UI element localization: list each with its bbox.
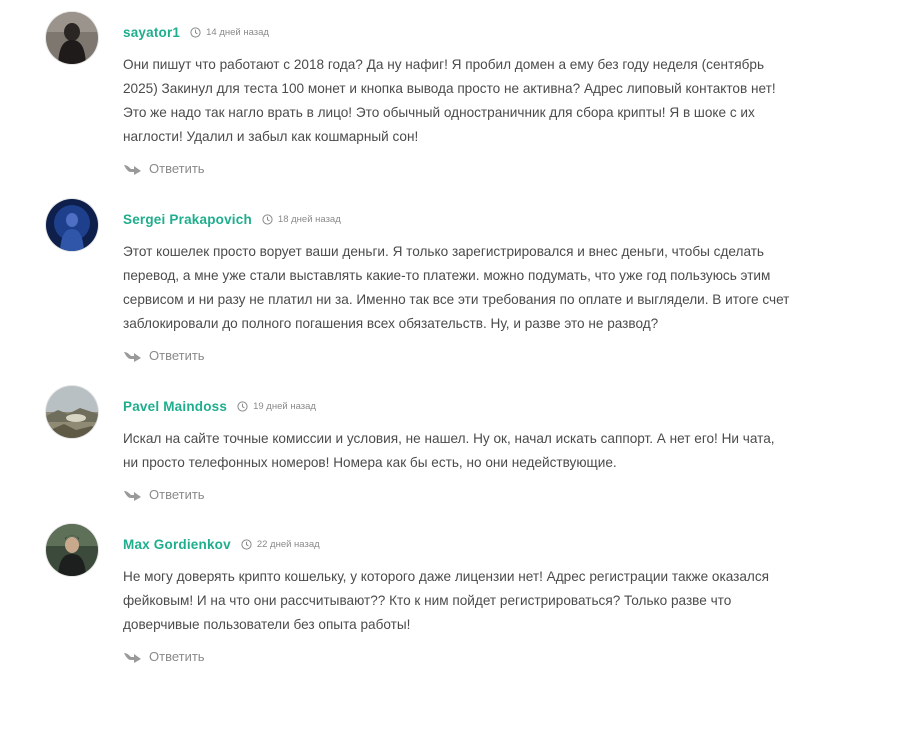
comment-text: Не могу доверять крипто кошельку, у кото… xyxy=(123,569,770,632)
comment-text: Искал на сайте точные комиссии и условия… xyxy=(123,431,775,470)
comment-date-label: 14 дней назад xyxy=(206,26,269,38)
reply-button[interactable]: Ответить xyxy=(123,649,205,664)
reply-arrow-icon xyxy=(123,349,142,363)
clock-icon xyxy=(262,213,273,225)
comment-author[interactable]: Sergei Prakapovich xyxy=(123,212,252,227)
comment-date[interactable]: 14 дней назад xyxy=(190,27,269,38)
avatar[interactable] xyxy=(46,386,98,438)
comment-date-label: 22 дней назад xyxy=(256,538,320,550)
comment-author[interactable]: Pavel Maindoss xyxy=(123,399,227,414)
reply-label: Ответить xyxy=(149,487,205,502)
clock-icon xyxy=(190,26,201,38)
comment-date[interactable]: 22 дней назад xyxy=(241,539,320,550)
comment-author[interactable]: sayator1 xyxy=(123,25,180,40)
reply-arrow-icon xyxy=(123,488,142,502)
clock-icon xyxy=(237,400,248,412)
reply-label: Ответить xyxy=(149,348,205,363)
clock-icon xyxy=(241,538,252,550)
comment-header: sayator1 14 дней назад xyxy=(123,12,793,52)
avatar[interactable] xyxy=(46,524,98,576)
avatar[interactable] xyxy=(46,199,98,251)
comment-author[interactable]: Max Gordienkov xyxy=(123,537,231,552)
comment-date[interactable]: 18 дней назад xyxy=(262,214,341,225)
reply-button[interactable]: Ответить xyxy=(123,161,205,176)
reply-button[interactable]: Ответить xyxy=(123,348,205,363)
comment-date-label: 18 дней назад xyxy=(277,213,341,225)
reply-arrow-icon xyxy=(123,650,142,664)
reply-button[interactable]: Ответить xyxy=(123,487,205,502)
comment-text: Этот кошелек просто ворует ваши деньги. … xyxy=(123,244,790,331)
comment-body: Max Gordienkov 22 дней назад Не могу дов… xyxy=(123,524,793,669)
comment-date-label: 19 дней назад xyxy=(253,400,316,412)
reply-label: Ответить xyxy=(149,161,205,176)
avatar[interactable] xyxy=(46,12,98,64)
comment-date[interactable]: 19 дней назад xyxy=(237,401,316,412)
comment-body: sayator1 14 дней назад Они пишут что раб… xyxy=(123,12,793,181)
comment-body: Sergei Prakapovich 18 дней назад Этот ко… xyxy=(123,199,793,368)
reply-label: Ответить xyxy=(149,649,205,664)
comment-text: Они пишут что работают с 2018 года? Да н… xyxy=(123,57,776,144)
comment-header: Pavel Maindoss 19 дней назад xyxy=(123,386,793,426)
comment-header: Sergei Prakapovich 18 дней назад xyxy=(123,199,793,239)
reply-arrow-icon xyxy=(123,162,142,176)
comment-body: Pavel Maindoss 19 дней назад Искал на са… xyxy=(123,386,793,507)
comment-header: Max Gordienkov 22 дней назад xyxy=(123,524,793,564)
